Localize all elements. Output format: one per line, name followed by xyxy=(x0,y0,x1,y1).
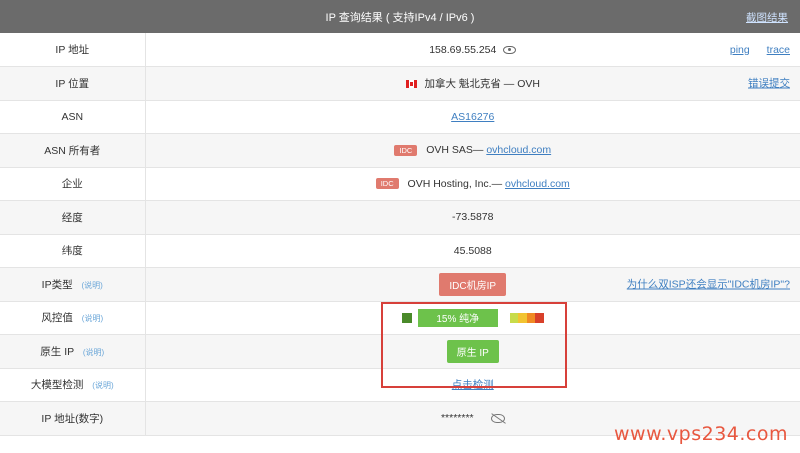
risk-scale-segment xyxy=(526,312,536,323)
risk-scale xyxy=(509,312,544,323)
row-ip-type: IP类型 (说明) IDC机房IP 为什么双ISP还会显示"IDC机房IP"? xyxy=(0,267,800,302)
company-name: OVH Hosting, Inc.— xyxy=(407,177,503,190)
native-ip-badge: 原生 IP xyxy=(446,339,499,363)
row-risk-score: 风控值 (说明) 15% 纯净 xyxy=(0,301,800,335)
latitude-value: 45.5088 xyxy=(145,234,800,268)
risk-help-link[interactable]: (说明) xyxy=(82,314,103,323)
watermark: www.vps234.com xyxy=(613,423,788,445)
risk-scale-segment xyxy=(535,312,544,323)
company-domain-link[interactable]: ovhcloud.com xyxy=(505,178,570,190)
risk-level-marker xyxy=(401,312,412,323)
why-idc-link[interactable]: 为什么双ISP还会显示"IDC机房IP"? xyxy=(627,279,790,291)
longitude-label: 经度 xyxy=(0,200,146,235)
llm-help-link[interactable]: (说明) xyxy=(92,381,113,390)
row-asn: ASN AS16276 xyxy=(0,100,800,134)
ip-address-value: 158.69.55.254 xyxy=(429,43,497,56)
header-title: IP 查询结果 ( 支持IPv4 / IPv6 ) xyxy=(325,11,475,24)
asn-owner-domain-link[interactable]: ovhcloud.com xyxy=(486,144,551,156)
ip-location-value: 加拿大 魁北克省 — OVH xyxy=(424,77,540,90)
idc-tag: IDC xyxy=(375,178,399,190)
row-ip-address: IP 地址 158.69.55.254 ping trace xyxy=(0,33,800,67)
idc-datacenter-badge: IDC机房IP xyxy=(439,272,507,296)
trace-link[interactable]: trace xyxy=(767,44,790,56)
screenshot-result-link[interactable]: 截图结果 xyxy=(746,10,788,25)
longitude-value: -73.5878 xyxy=(145,200,800,235)
ip-info-table: IP 地址 158.69.55.254 ping trace IP 位置 加拿大… xyxy=(0,33,800,436)
row-latitude: 纬度 45.5088 xyxy=(0,234,800,268)
risk-scale-segment xyxy=(518,312,527,323)
risk-scale-segment xyxy=(509,312,519,323)
idc-tag: IDC xyxy=(394,144,418,156)
native-help-link[interactable]: (说明) xyxy=(83,348,104,357)
asn-owner-label: ASN 所有者 xyxy=(0,133,146,168)
latitude-label: 纬度 xyxy=(0,234,146,268)
ip-type-label: IP类型 xyxy=(41,278,73,291)
eye-off-icon[interactable] xyxy=(490,413,505,423)
row-llm-check: 大模型检测 (说明) 点击检测 xyxy=(0,368,800,402)
risk-meter: 15% 纯净 xyxy=(401,308,544,327)
asn-link[interactable]: AS16276 xyxy=(451,111,494,123)
ip-number-label: IP 地址(数字) xyxy=(0,401,146,436)
row-longitude: 经度 -73.5878 xyxy=(0,200,800,235)
llm-check-label: 大模型检测 xyxy=(30,379,84,392)
canada-flag-icon xyxy=(405,79,417,88)
native-ip-label: 原生 IP xyxy=(40,345,74,358)
row-ip-location: IP 位置 加拿大 魁北克省 — OVH 错误提交 xyxy=(0,66,800,101)
risk-score-label: 风控值 xyxy=(41,312,73,325)
row-native-ip: 原生 IP (说明) 原生 IP xyxy=(0,334,800,369)
ip-location-label: IP 位置 xyxy=(0,66,146,101)
click-check-link[interactable]: 点击检测 xyxy=(452,379,494,391)
risk-score-bar: 15% 纯净 xyxy=(417,308,498,327)
ip-type-help-link[interactable]: (说明) xyxy=(82,281,103,290)
report-error-link[interactable]: 错误提交 xyxy=(748,78,790,90)
row-company: 企业 IDC OVH Hosting, Inc.— ovhcloud.com xyxy=(0,167,800,201)
ip-number-value: ******** xyxy=(440,412,474,425)
company-label: 企业 xyxy=(0,167,146,201)
asn-label: ASN xyxy=(0,100,146,134)
ip-address-label: IP 地址 xyxy=(0,33,146,67)
asn-owner-name: OVH SAS— xyxy=(426,144,484,157)
row-asn-owner: ASN 所有者 IDC OVH SAS— ovhcloud.com xyxy=(0,133,800,168)
ping-link[interactable]: ping xyxy=(730,44,750,56)
result-header: IP 查询结果 ( 支持IPv4 / IPv6 ) 截图结果 xyxy=(0,0,800,33)
eye-icon[interactable] xyxy=(503,45,517,54)
